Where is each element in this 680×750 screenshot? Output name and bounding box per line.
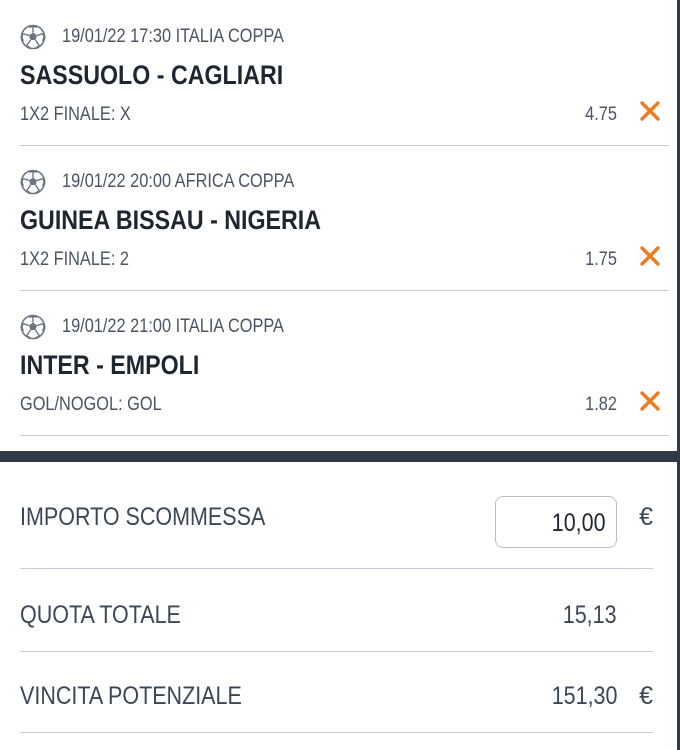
bet-event-row: 19/01/22 17:30 ITALIA COPPA SASSUOLO - C… xyxy=(0,0,677,146)
potential-win-value: 151,30 xyxy=(551,682,617,710)
betslip: 19/01/22 17:30 ITALIA COPPA SASSUOLO - C… xyxy=(0,0,680,750)
soccer-ball-icon xyxy=(20,24,46,50)
close-icon xyxy=(640,101,660,121)
stake-input[interactable]: 10,00 xyxy=(495,496,617,548)
remove-event-button[interactable] xyxy=(637,243,663,269)
divider xyxy=(20,568,653,569)
total-odds-label: QUOTA TOTALE xyxy=(20,601,181,629)
event-match-title: GUINEA BISSAU - NIGERIA xyxy=(20,205,322,235)
divider xyxy=(20,651,653,652)
event-competition: ITALIA COPPA xyxy=(175,26,284,47)
event-match-title: SASSUOLO - CAGLIARI xyxy=(20,60,284,90)
close-icon xyxy=(640,246,660,266)
divider xyxy=(20,435,669,436)
event-competition: ITALIA COPPA xyxy=(175,316,284,337)
remove-event-button[interactable] xyxy=(637,98,663,124)
event-market: 1X2 FINALE: X xyxy=(20,104,131,125)
bet-summary: IMPORTO SCOMMESSA 10,00 € QUOTA TOTALE 1… xyxy=(0,462,677,750)
divider xyxy=(20,732,653,733)
event-competition: AFRICA COPPA xyxy=(174,171,295,192)
section-separator xyxy=(0,451,680,462)
event-datetime: 19/01/22 20:00 xyxy=(62,171,172,192)
close-icon xyxy=(640,391,660,411)
remove-event-button[interactable] xyxy=(637,388,663,414)
event-odds: 4.75 xyxy=(585,104,617,125)
event-meta: 19/01/22 21:00 ITALIA COPPA xyxy=(20,314,320,340)
event-market: GOL/NOGOL: GOL xyxy=(20,394,162,415)
soccer-ball-icon xyxy=(20,314,46,340)
event-datetime: 19/01/22 21:00 xyxy=(62,316,172,337)
event-market: 1X2 FINALE: 2 xyxy=(20,249,129,270)
total-odds-value: 15,13 xyxy=(563,601,617,629)
stake-currency: € xyxy=(639,503,653,531)
bet-events-list: 19/01/22 17:30 ITALIA COPPA SASSUOLO - C… xyxy=(0,0,677,451)
bet-event-row: 19/01/22 21:00 ITALIA COPPA INTER - EMPO… xyxy=(0,290,677,436)
event-meta: 19/01/22 17:30 ITALIA COPPA xyxy=(20,24,320,50)
soccer-ball-icon xyxy=(20,169,46,195)
potential-win-currency: € xyxy=(639,682,653,710)
event-match-title: INTER - EMPOLI xyxy=(20,350,200,380)
event-meta: 19/01/22 20:00 AFRICA COPPA xyxy=(20,169,332,195)
stake-label: IMPORTO SCOMMESSA xyxy=(20,503,266,531)
stake-input-value: 10,00 xyxy=(552,509,606,537)
event-odds: 1.75 xyxy=(585,249,617,270)
potential-win-label: VINCITA POTENZIALE xyxy=(20,682,242,710)
event-datetime: 19/01/22 17:30 xyxy=(62,26,172,47)
bet-event-row: 19/01/22 20:00 AFRICA COPPA GUINEA BISSA… xyxy=(0,145,677,291)
event-odds: 1.82 xyxy=(585,394,617,415)
